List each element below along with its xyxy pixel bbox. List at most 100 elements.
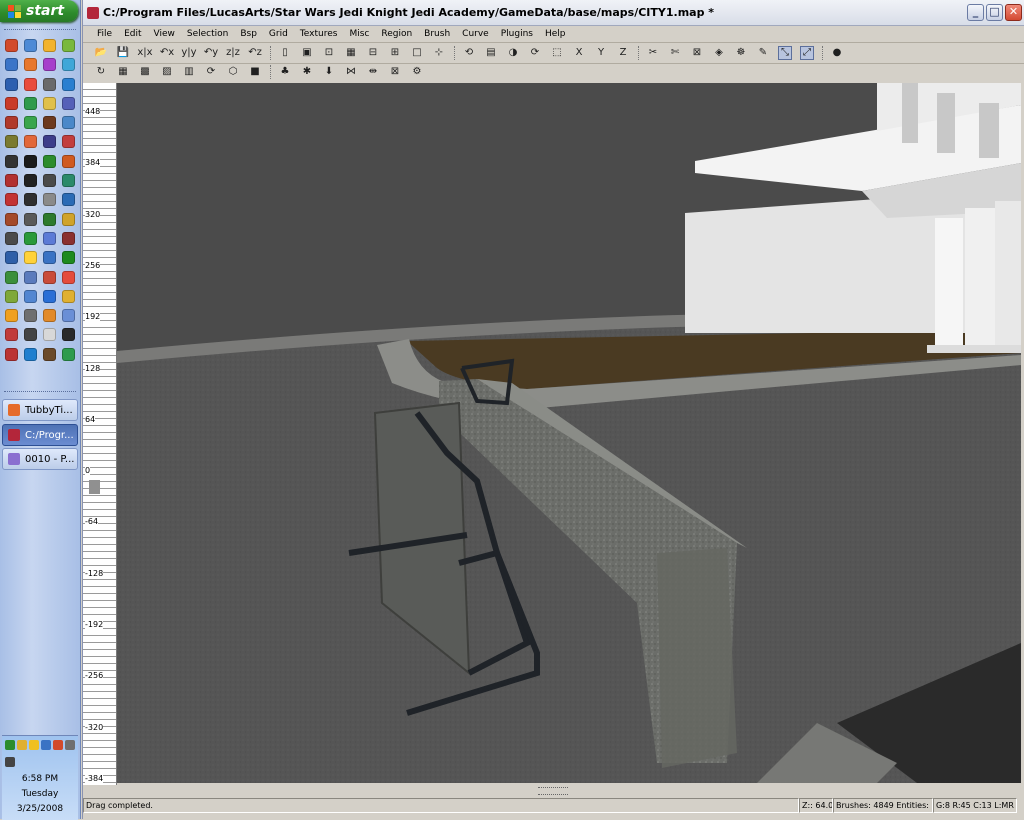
- quick-launch-icon[interactable]: [43, 231, 56, 245]
- quick-launch-icon[interactable]: [24, 174, 37, 188]
- app-icon[interactable]: [87, 6, 99, 19]
- quick-launch-icon[interactable]: [24, 212, 37, 226]
- quick-launch-icon[interactable]: [62, 174, 75, 188]
- quick-launch-icon[interactable]: [62, 39, 75, 52]
- quick-launch-icon[interactable]: [62, 328, 75, 342]
- select-tool-icon[interactable]: ⤡: [778, 46, 792, 60]
- cubic-clip-icon[interactable]: ✂: [647, 47, 659, 59]
- quick-launch-icon[interactable]: [5, 77, 18, 91]
- quick-launch-icon[interactable]: [5, 135, 18, 149]
- filter-icon[interactable]: ✄: [669, 47, 681, 59]
- quick-launch-icon[interactable]: [62, 193, 75, 207]
- quick-launch-icon[interactable]: [62, 58, 75, 72]
- quick-launch-icon[interactable]: [62, 96, 75, 110]
- bend-icon[interactable]: ☸: [735, 47, 747, 59]
- menu-bsp[interactable]: Bsp: [234, 29, 263, 39]
- flip-z-icon[interactable]: z|z: [226, 47, 240, 59]
- quick-launch-icon[interactable]: [62, 270, 75, 284]
- quick-launch-icon[interactable]: [24, 328, 37, 342]
- select-touching-icon[interactable]: ▣: [301, 47, 313, 59]
- menu-curve[interactable]: Curve: [456, 29, 495, 39]
- quick-launch-icon[interactable]: [62, 309, 75, 323]
- menu-help[interactable]: Help: [539, 29, 572, 39]
- open-icon[interactable]: 📂: [95, 47, 107, 59]
- select-inside-icon[interactable]: ▦: [345, 47, 357, 59]
- csg-merge-icon[interactable]: ⊞: [389, 47, 401, 59]
- quick-launch-icon[interactable]: [43, 328, 56, 342]
- wireframe-icon[interactable]: ▩: [139, 66, 151, 78]
- menu-edit[interactable]: Edit: [118, 29, 147, 39]
- quick-launch-icon[interactable]: [43, 96, 56, 110]
- quick-launch-icon[interactable]: [62, 135, 75, 149]
- quick-launch-icon[interactable]: [62, 347, 75, 361]
- menu-view[interactable]: View: [148, 29, 181, 39]
- quick-launch-icon[interactable]: [43, 116, 56, 130]
- quick-launch-icon[interactable]: [24, 154, 37, 168]
- quick-launch-icon[interactable]: [24, 77, 37, 91]
- menu-brush[interactable]: Brush: [418, 29, 456, 39]
- quick-launch-icon[interactable]: [43, 154, 56, 168]
- flip-x-icon[interactable]: x|x: [137, 47, 152, 59]
- bug-icon[interactable]: ✱: [301, 66, 313, 78]
- flip-y-icon[interactable]: y|y: [181, 47, 196, 59]
- texture-lock-icon[interactable]: ⟳: [529, 47, 541, 59]
- quick-launch-icon[interactable]: [43, 77, 56, 91]
- close-button[interactable]: ✕: [1005, 4, 1022, 21]
- menu-file[interactable]: File: [83, 29, 118, 39]
- quick-launch-icon[interactable]: [62, 77, 75, 91]
- rotate-z-icon[interactable]: ↶z: [248, 47, 262, 59]
- quick-launch-icon[interactable]: [5, 116, 18, 130]
- rotate-y-icon[interactable]: ↶y: [204, 47, 218, 59]
- quick-launch-icon[interactable]: [24, 96, 37, 110]
- quick-launch-icon[interactable]: [5, 309, 18, 323]
- quick-launch-icon[interactable]: [5, 39, 18, 52]
- minimize-button[interactable]: _: [967, 4, 984, 21]
- quick-launch-icon[interactable]: [24, 251, 37, 265]
- quick-launch-icon[interactable]: [5, 231, 18, 245]
- quick-launch-icon[interactable]: [24, 309, 37, 323]
- quick-launch-icon[interactable]: [24, 193, 37, 207]
- rotate-x-icon[interactable]: ↶x: [160, 47, 174, 59]
- axis-z-icon[interactable]: Z: [617, 47, 629, 59]
- mirror-double-icon[interactable]: ⇹: [367, 66, 379, 78]
- viewport-splitter[interactable]: [538, 787, 568, 795]
- axis-y-icon[interactable]: Y: [595, 47, 607, 59]
- quick-launch-icon[interactable]: [5, 96, 18, 110]
- show-entities-icon[interactable]: ⊠: [691, 47, 703, 59]
- quick-launch-icon[interactable]: [5, 174, 18, 188]
- lightmap-icon[interactable]: ▥: [183, 66, 195, 78]
- select-partial-tall-icon[interactable]: ⊡: [323, 47, 335, 59]
- patch-icon[interactable]: ◈: [713, 47, 725, 59]
- quick-launch-icon[interactable]: [24, 270, 37, 284]
- tray-icon[interactable]: [53, 740, 63, 750]
- paint-icon[interactable]: ✎: [757, 47, 769, 59]
- quick-launch-icon[interactable]: [5, 251, 18, 265]
- quick-launch-icon[interactable]: [24, 116, 37, 130]
- tray-icon[interactable]: [17, 740, 27, 750]
- quick-launch-icon[interactable]: [43, 251, 56, 265]
- quick-launch-icon[interactable]: [5, 212, 18, 226]
- tray-icon[interactable]: [41, 740, 51, 750]
- quick-launch-icon[interactable]: [43, 193, 56, 207]
- quick-launch-icon[interactable]: [24, 289, 37, 303]
- axis-x-icon[interactable]: X: [573, 47, 585, 59]
- start-button[interactable]: start: [0, 0, 78, 22]
- quick-launch-icon[interactable]: [62, 154, 75, 168]
- cycle-icon[interactable]: ⟳: [205, 66, 217, 78]
- tray-icon[interactable]: [29, 740, 39, 750]
- quick-launch-icon[interactable]: [5, 154, 18, 168]
- quick-launch-icon[interactable]: [62, 251, 75, 265]
- quick-launch-icon[interactable]: [24, 347, 37, 361]
- menu-grid[interactable]: Grid: [263, 29, 294, 39]
- quick-launch-icon[interactable]: [43, 39, 56, 52]
- hollow-icon[interactable]: □: [411, 47, 423, 59]
- quick-launch-icon[interactable]: [43, 309, 56, 323]
- csg-subtract-icon[interactable]: ⊟: [367, 47, 379, 59]
- quick-launch-icon[interactable]: [43, 289, 56, 303]
- quick-launch-icon[interactable]: [43, 135, 56, 149]
- shaded-icon[interactable]: ▨: [161, 66, 173, 78]
- quick-launch-icon[interactable]: [24, 58, 37, 72]
- maximize-button[interactable]: □: [986, 4, 1003, 21]
- quick-launch-icon[interactable]: [5, 270, 18, 284]
- quick-launch-icon[interactable]: [5, 347, 18, 361]
